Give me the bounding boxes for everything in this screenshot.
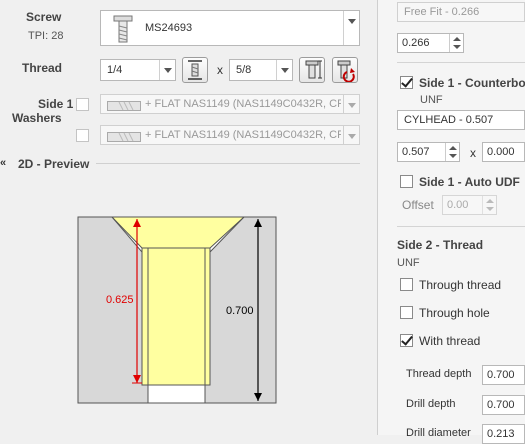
counterbore-type-value: CYLHEAD - 0.507 (404, 114, 494, 126)
through-thread-checkbox[interactable] (400, 278, 413, 291)
drill-diameter-label: Drill diameter (406, 427, 471, 439)
fit-spinner[interactable]: 0.266 (397, 33, 464, 53)
thread-depth-value: 0.700 (487, 369, 515, 381)
spin-up-icon[interactable] (486, 199, 494, 203)
offset-spinner[interactable]: 0.00 (442, 195, 497, 215)
side1-counterbore-label: Side 1 - Counterbor (419, 76, 525, 90)
spin-down-icon[interactable] (486, 207, 494, 211)
drill-depth-label: Drill depth (406, 398, 456, 410)
reset-screw-icon-button[interactable] (332, 57, 358, 83)
divider (397, 226, 525, 227)
drill-diameter-value: 0.213 (487, 428, 515, 440)
side1-auto-udf-checkbox[interactable] (400, 175, 413, 188)
cb-x-label: x (470, 146, 476, 160)
preview-drawing (77, 216, 277, 404)
counterbore-std: UNF (420, 94, 443, 106)
chevron-down-icon[interactable] (343, 95, 359, 113)
offset-value: 0.00 (447, 199, 469, 211)
with-thread-checkbox[interactable] (400, 334, 413, 347)
spin-down-icon[interactable] (449, 154, 457, 158)
chevron-down-icon[interactable] (343, 126, 359, 144)
chevron-down-icon[interactable] (343, 11, 359, 45)
dimension-total-label: 0.700 (226, 305, 254, 317)
dimension-thread-label: 0.625 (106, 294, 134, 306)
cb-dia-value: 0.507 (402, 146, 430, 158)
side2-std: UNF (397, 257, 420, 269)
screw-length-icon-button[interactable] (299, 57, 325, 83)
fit-select[interactable]: Free Fit - 0.266 (397, 2, 525, 22)
counterbore-depth-spinner[interactable]: 0.000 (482, 142, 525, 162)
drill-depth-input[interactable]: 0.700 (482, 395, 525, 415)
thread-depth-input[interactable]: 0.700 (482, 365, 525, 385)
spin-down-icon[interactable] (453, 45, 461, 49)
side1-auto-udf-label: Side 1 - Auto UDF (419, 175, 520, 189)
side2-thread-title: Side 2 - Thread (397, 238, 484, 252)
screw-refresh-icon (337, 60, 355, 83)
through-hole-label: Through hole (419, 306, 490, 320)
drill-depth-value: 0.700 (487, 399, 515, 411)
spin-up-icon[interactable] (449, 146, 457, 150)
drill-diameter-input[interactable]: 0.213 (482, 424, 525, 444)
side1-counterbore-checkbox[interactable] (400, 76, 413, 89)
through-thread-label: Through thread (419, 278, 502, 292)
counterbore-type-select[interactable]: CYLHEAD - 0.507 (397, 110, 525, 130)
thread-depth-label: Thread depth (406, 368, 472, 380)
fit-value: Free Fit - 0.266 (404, 6, 480, 18)
fit-spin-value: 0.266 (402, 37, 430, 49)
cb-depth-value: 0.000 (487, 146, 515, 158)
through-hole-checkbox[interactable] (400, 306, 413, 319)
counterbore-diameter-spinner[interactable]: 0.507 (397, 142, 460, 162)
screw-length-icon (305, 60, 322, 79)
with-thread-label: With thread (419, 334, 481, 348)
divider (397, 62, 525, 63)
spin-up-icon[interactable] (453, 37, 461, 41)
offset-label: Offset (402, 198, 434, 212)
